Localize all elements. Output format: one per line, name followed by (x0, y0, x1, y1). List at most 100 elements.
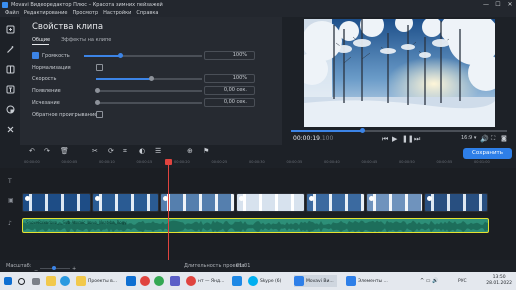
menu-help[interactable]: Справка (136, 10, 158, 16)
tray-icons[interactable]: ^ ▭ 🔊 (420, 275, 438, 287)
normalize-checkbox[interactable] (96, 64, 103, 71)
magic-wand-icon[interactable] (4, 43, 16, 55)
menu-edit[interactable]: Редактирование (24, 10, 68, 16)
aspect-ratio-select[interactable]: 16:9 ▾ (461, 135, 476, 141)
fade-out-value[interactable]: 0,00 сек. (204, 98, 255, 107)
minimize-button[interactable]: — (480, 0, 492, 9)
speed-slider-handle[interactable] (149, 76, 154, 81)
photos-icon[interactable] (232, 275, 244, 287)
fade-in-slider-track[interactable] (96, 90, 202, 92)
fade-in-slider-handle[interactable] (95, 88, 100, 93)
scale-slider-handle[interactable] (51, 266, 56, 270)
fade-in-value[interactable]: 0,00 сек. (204, 86, 255, 95)
ruler-tick: 00:00:00 (24, 160, 40, 164)
cut-icon[interactable]: ✂ (92, 147, 98, 156)
menu-view[interactable]: Просмотр (72, 10, 98, 16)
timecode-main: 00:00:19 (293, 135, 320, 142)
pause-icon[interactable]: ❚❚ (402, 135, 414, 143)
ruler-tick: 00:00:10 (99, 160, 115, 164)
preview-progress-handle[interactable] (360, 128, 366, 133)
previous-frame-icon[interactable]: ⏮ (382, 135, 388, 143)
snapshot-icon[interactable]: ◙ (501, 135, 507, 143)
mail-icon[interactable] (126, 275, 138, 287)
stickers-icon[interactable] (4, 103, 16, 115)
timeline-ruler[interactable]: 00:00:00 00:00:05 00:00:10 00:00:15 00:00:20… (0, 159, 516, 168)
winter-forest-frame (304, 19, 495, 127)
language-indicator[interactable]: РУС (458, 275, 467, 287)
timecode: 00:00:19.100 (293, 135, 333, 142)
title-bar: Movavi Видеоредактор Плюс – Красота зимн… (0, 0, 516, 9)
fade-out-slider-handle[interactable] (95, 100, 100, 105)
search-icon[interactable] (18, 275, 27, 287)
taskbar-item-yandex[interactable]: нт — Янд... (186, 275, 224, 287)
marker-flag-icon[interactable]: ⚑ (203, 147, 209, 156)
ruler-tick: 00:00:30 (249, 160, 265, 164)
volume-row: Громкость 100% (32, 51, 272, 61)
next-frame-icon[interactable]: ⏭ (414, 135, 420, 143)
teams-icon[interactable] (170, 275, 182, 287)
fade-in-row: Появление 0,00 сек. (32, 86, 272, 96)
preview-progress-fill (291, 130, 363, 132)
system-clock[interactable]: 13:50 28.01.2022 (486, 275, 512, 287)
crop-icon[interactable]: ⌗ (123, 147, 127, 156)
video-clip[interactable] (22, 193, 91, 212)
titles-icon[interactable] (4, 83, 16, 95)
volume-icon[interactable]: 🔊 (480, 135, 489, 143)
delete-icon[interactable]: 🗑 (60, 147, 69, 156)
taskbar-item-skype[interactable]: Skype (6) (248, 275, 281, 287)
fullscreen-icon[interactable]: ⛶ (491, 135, 495, 143)
video-clip[interactable] (92, 193, 159, 212)
undo-icon[interactable]: ↶ (29, 147, 35, 156)
preview-progress-bar[interactable] (291, 128, 507, 133)
active-tab-underline (32, 44, 49, 45)
video-clip[interactable] (306, 193, 365, 212)
playhead[interactable] (165, 159, 172, 260)
start-button[interactable] (4, 275, 14, 287)
video-clip[interactable] (366, 193, 423, 212)
taskbar-item-movavi[interactable]: Movavi Ви... (294, 275, 337, 287)
explorer-icon[interactable] (46, 275, 58, 287)
play-icon[interactable]: ▶ (392, 135, 397, 143)
video-clip[interactable] (160, 193, 235, 212)
close-button[interactable]: ✕ (504, 0, 516, 9)
fade-out-slider-track[interactable] (96, 102, 202, 104)
opera-icon[interactable] (140, 275, 152, 287)
more-tools-icon[interactable] (4, 123, 16, 135)
filters-icon[interactable] (4, 63, 16, 75)
rotate-icon[interactable]: ⟳ (108, 147, 114, 156)
menu-settings[interactable]: Настройки (103, 10, 131, 16)
tab-general[interactable]: Общие (32, 37, 50, 47)
menu-file[interactable]: Файл (5, 10, 19, 16)
fade-out-row: Исчезание 0,00 сек. (32, 98, 272, 108)
playhead-handle[interactable] (165, 159, 172, 165)
color-adjust-icon[interactable]: ◐ (139, 147, 145, 156)
ruler-tick: 00:00:55 (436, 160, 453, 164)
reverse-checkbox[interactable] (96, 111, 103, 118)
video-clip[interactable] (424, 193, 488, 212)
redo-icon[interactable]: ↷ (44, 147, 50, 156)
clip-properties-icon[interactable]: ☰ (155, 147, 161, 156)
video-preview[interactable] (304, 19, 495, 127)
audio-clip[interactable]: Snow-Rakadoro_-_Sub-Atomic_Love_(feat-ba… (22, 218, 489, 233)
chrome-icon[interactable] (154, 275, 166, 287)
taskbar-item-elements[interactable]: Элементы ... (346, 275, 388, 287)
menu-bar: Файл Редактирование Просмотр Настройки С… (0, 9, 516, 17)
clip-marker-icon (427, 196, 432, 201)
clip-marker-icon (25, 196, 30, 201)
import-icon[interactable] (4, 23, 16, 35)
save-button[interactable]: Сохранить (463, 148, 512, 159)
taskbar-item-projects[interactable]: Проекты в... (76, 275, 117, 287)
volume-checkbox[interactable] (32, 52, 39, 59)
duration-value: 01:01 (236, 263, 251, 269)
speed-value[interactable]: 100% (204, 74, 255, 83)
timecode-ms: .100 (319, 135, 334, 142)
record-icon[interactable]: ⊕ (187, 147, 193, 156)
edge-icon[interactable] (60, 275, 72, 287)
maximize-button[interactable]: ☐ (492, 0, 504, 9)
volume-slider-handle[interactable] (118, 53, 123, 58)
task-view-icon[interactable] (32, 275, 42, 287)
taskbar-label: Movavi Ви... (306, 278, 334, 284)
video-clip[interactable] (236, 193, 305, 212)
tab-clip-effects[interactable]: Эффекты на клипе (61, 37, 111, 47)
volume-value[interactable]: 100% (204, 51, 255, 60)
